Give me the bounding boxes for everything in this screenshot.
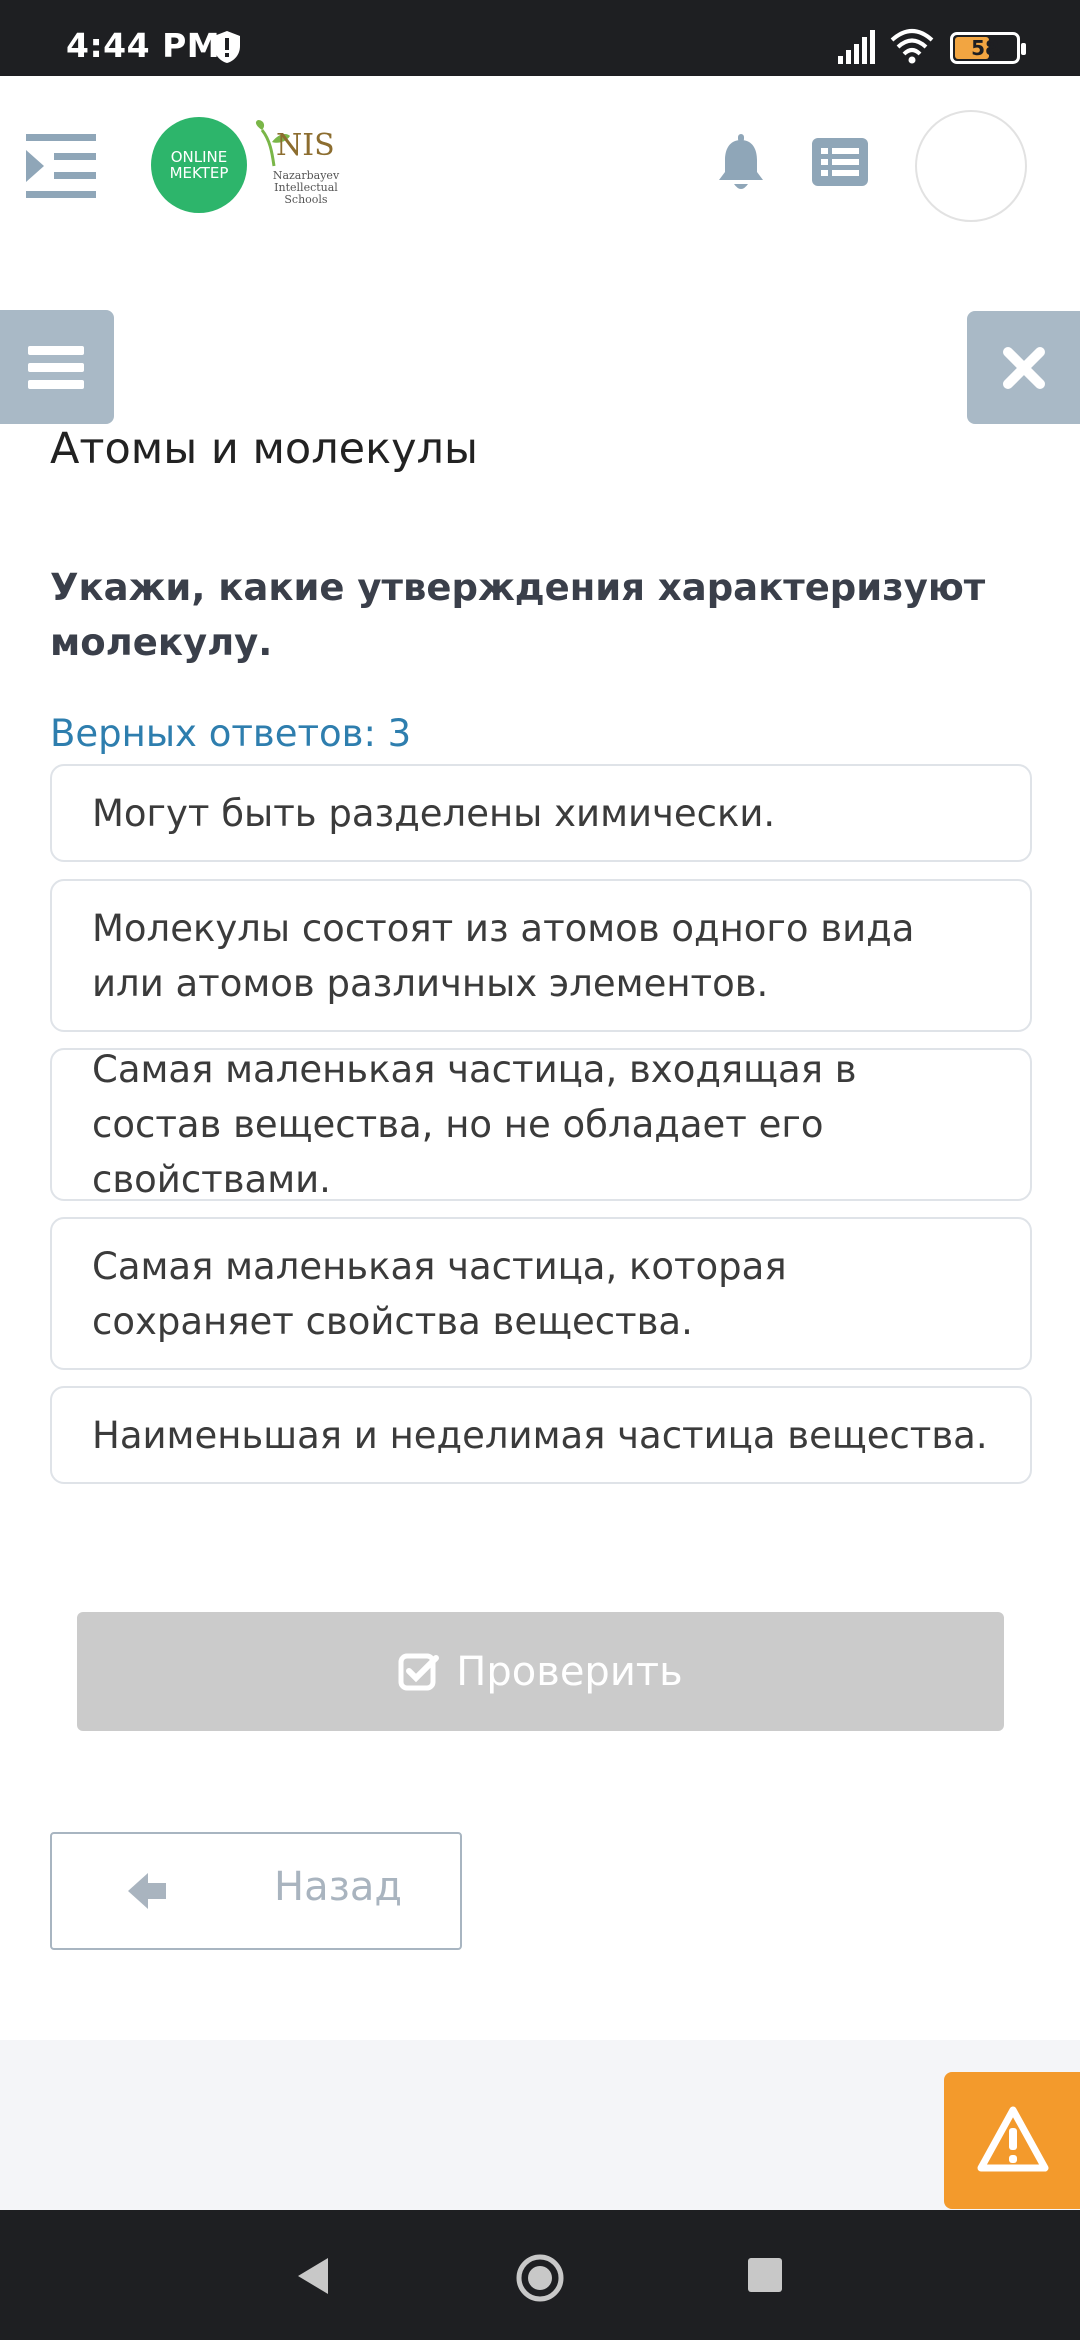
answer-option-2[interactable]: Молекулы состоят из атомов одного вида и…: [50, 879, 1032, 1032]
answer-option-5[interactable]: Наименьшая и неделимая частица вещества.: [50, 1386, 1032, 1484]
close-icon: [1003, 347, 1045, 389]
nav-back-icon[interactable]: [294, 2256, 334, 2296]
close-button[interactable]: [967, 311, 1080, 424]
nis-logo: NIS Nazarbayev Intellectual Schools: [252, 118, 352, 216]
nav-recents-icon[interactable]: [748, 2258, 782, 2292]
warning-icon: [977, 2106, 1049, 2172]
signal-icon: [838, 30, 875, 64]
back-button[interactable]: Назад: [50, 1832, 462, 1950]
nis-subtitle: Nazarbayev Intellectual Schools: [272, 169, 340, 206]
system-nav-bar: [0, 2210, 1080, 2340]
course-list-icon[interactable]: [812, 138, 868, 186]
answer-option-3[interactable]: Самая маленькая частица, входящая в сост…: [50, 1048, 1032, 1201]
battery-icon: 58: [950, 32, 1026, 64]
wifi-icon: [890, 29, 934, 64]
shield-alert-icon: [214, 31, 240, 63]
check-button[interactable]: Проверить: [77, 1612, 1004, 1731]
answer-option-text: Молекулы состоят из атомов одного вида и…: [92, 906, 915, 1005]
arrow-left-icon: [128, 1873, 166, 1909]
status-bar: 4:44 PM 58: [0, 0, 1080, 76]
answer-option-text: Наименьшая и неделимая частица вещества.: [92, 1413, 988, 1457]
logo-text: ONLINE MEKTEP: [169, 148, 229, 182]
answer-option-4[interactable]: Самая маленькая частица, которая сохраня…: [50, 1217, 1032, 1370]
user-avatar[interactable]: [915, 110, 1027, 222]
lesson-title: Атомы и молекулы: [50, 424, 478, 474]
answer-option-text: Самая маленькая частица, которая сохраня…: [92, 1244, 787, 1343]
status-time: 4:44 PM: [66, 26, 221, 65]
battery-level: 58: [971, 36, 999, 60]
app-header: ONLINE MEKTEP NIS Nazarbayev Intellectua…: [0, 76, 1080, 254]
answer-option-text: Могут быть разделены химически.: [92, 791, 776, 835]
notifications-bell-icon[interactable]: [716, 134, 766, 194]
report-issue-button[interactable]: [944, 2072, 1080, 2209]
question-text: Укажи, какие утверждения характеризуют м…: [50, 566, 986, 664]
answer-option-1[interactable]: Могут быть разделены химически.: [50, 764, 1032, 862]
online-mektep-logo[interactable]: ONLINE MEKTEP: [151, 117, 247, 213]
check-button-label: Проверить: [456, 1648, 683, 1695]
answer-option-text: Самая маленькая частица, входящая в сост…: [92, 1048, 857, 1201]
check-square-icon: [398, 1653, 440, 1690]
nis-wordmark: NIS: [276, 128, 335, 163]
back-button-label: Назад: [274, 1864, 403, 1910]
nav-home-icon[interactable]: [514, 2252, 566, 2304]
correct-answers-count: Верных ответов: 3: [50, 712, 412, 755]
menu-toggle-icon[interactable]: [26, 134, 96, 198]
lesson-menu-button[interactable]: [0, 310, 114, 424]
